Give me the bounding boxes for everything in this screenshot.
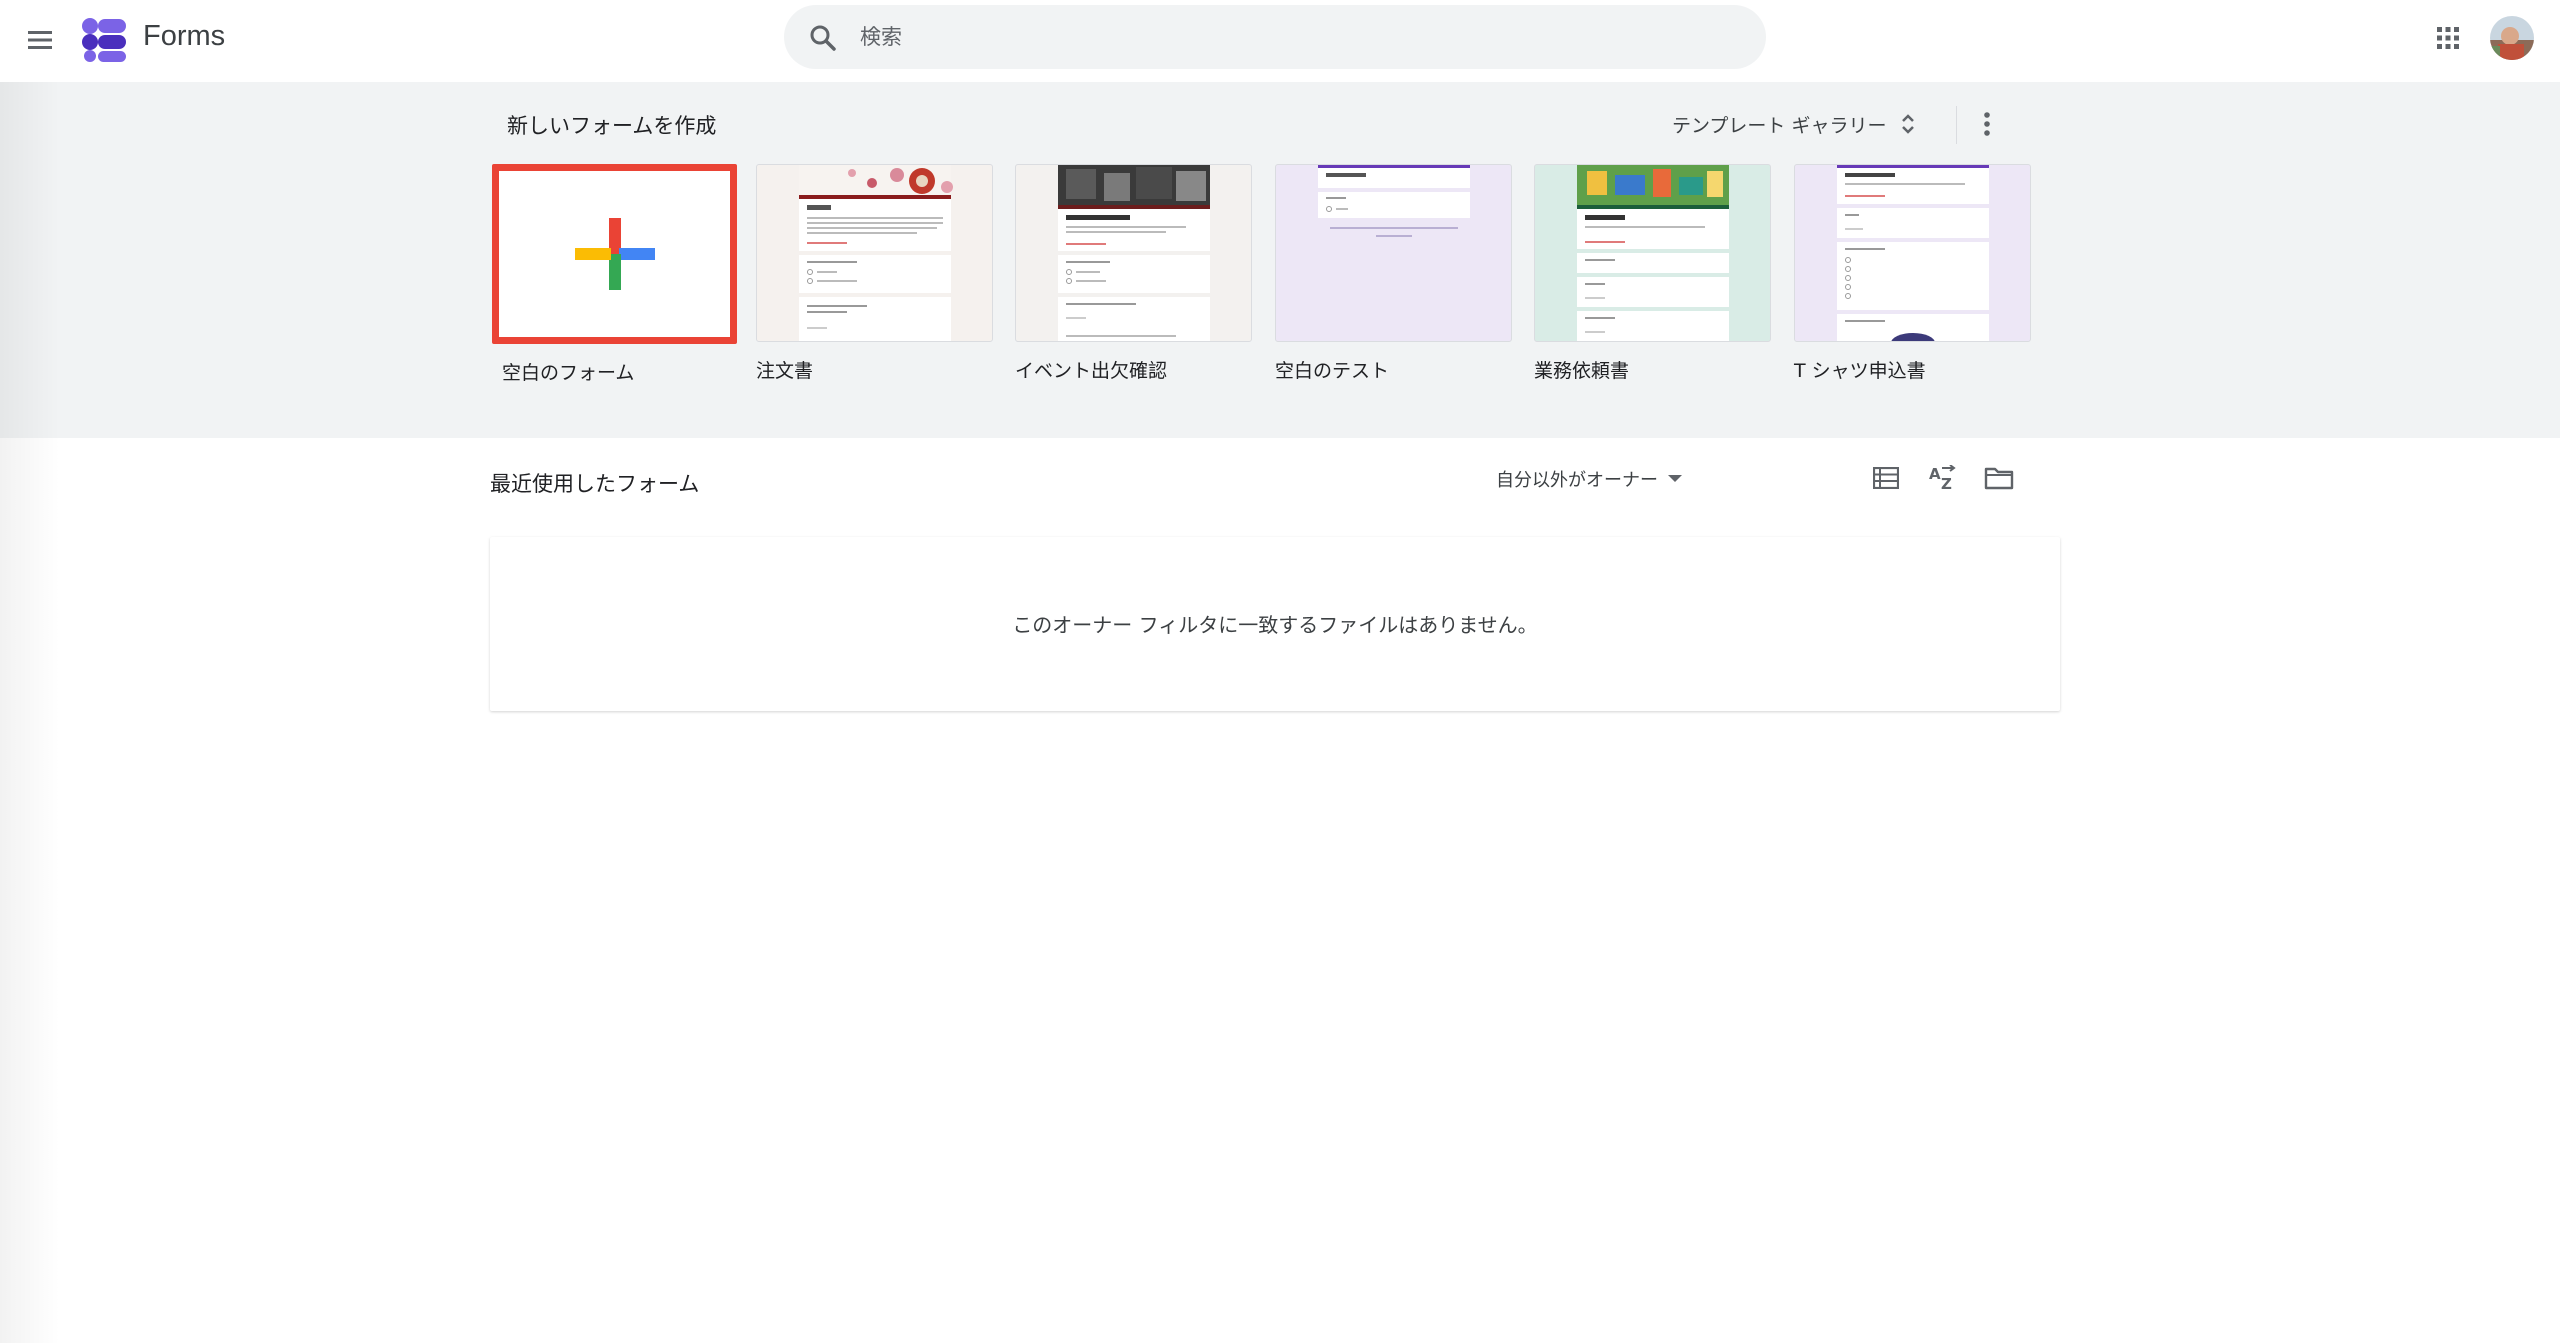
svg-text:A: A <box>1929 465 1941 483</box>
template-thumbnail[interactable] <box>492 164 737 344</box>
template-gallery-label: テンプレート ギャラリー <box>1672 114 1887 137</box>
template-thumbnail[interactable] <box>1015 164 1252 342</box>
search-icon[interactable] <box>808 23 838 53</box>
template-preview-image <box>799 165 953 341</box>
more-options-button[interactable] <box>1972 104 2002 144</box>
template-label: 注文書 <box>756 360 814 382</box>
owner-filter-dropdown[interactable]: 自分以外がオーナー <box>1496 463 1682 495</box>
google-apps-button[interactable] <box>2428 18 2468 58</box>
account-avatar[interactable] <box>2490 16 2534 60</box>
template-label: T シャツ申込書 <box>1794 360 1926 382</box>
template-tshirt-signup[interactable]: T シャツ申込書 <box>1794 164 2031 383</box>
sort-az-button[interactable]: A Z <box>1923 458 1963 498</box>
top-app-bar: Forms <box>0 0 2560 80</box>
app-title[interactable]: Forms <box>143 20 225 53</box>
template-thumbnail[interactable] <box>1275 164 1512 342</box>
svg-text:Z: Z <box>1941 475 1952 491</box>
template-label: 業務依頼書 <box>1534 360 1630 382</box>
template-preview-image <box>1577 165 1729 341</box>
folder-icon <box>1984 467 2014 490</box>
template-blank-quiz[interactable]: 空白のテスト <box>1275 164 1512 383</box>
main-menu-button[interactable] <box>18 18 62 62</box>
template-label: 空白のテスト <box>1275 360 1390 382</box>
more-vert-icon <box>1984 112 1990 136</box>
template-preview-image <box>1837 165 1989 341</box>
template-preview-image <box>1058 165 1210 341</box>
search-input[interactable] <box>860 5 1740 69</box>
avatar-image <box>2490 16 2534 60</box>
template-thumbnail[interactable] <box>756 164 993 342</box>
list-view-icon <box>1873 467 1899 489</box>
template-gallery-section: 新しいフォームを作成 テンプレート ギャラリー 空白のフォーム 注文書 イベント… <box>0 82 2560 438</box>
sort-az-icon: A Z <box>1929 465 1956 491</box>
recent-forms-title: 最近使用したフォーム <box>490 472 700 496</box>
template-thumbnail[interactable] <box>1794 164 2031 342</box>
template-order-form[interactable]: 注文書 <box>756 164 993 383</box>
template-label: 空白のフォーム <box>502 362 635 384</box>
apps-grid-icon <box>2437 27 2459 49</box>
hamburger-menu-icon <box>28 31 52 49</box>
owner-filter-label: 自分以外がオーナー <box>1496 470 1658 491</box>
create-new-form-title: 新しいフォームを作成 <box>507 114 717 138</box>
template-label: イベント出欠確認 <box>1015 360 1168 382</box>
template-thumbnail[interactable] <box>1534 164 1771 342</box>
unfold-more-icon <box>1902 114 1915 134</box>
template-event-rsvp[interactable]: イベント出欠確認 <box>1015 164 1252 383</box>
forms-logo-icon <box>82 18 126 62</box>
search-bar[interactable] <box>784 5 1766 69</box>
plus-icon <box>574 218 655 290</box>
dropdown-arrow-icon <box>1668 475 1682 482</box>
recent-forms-empty-state: このオーナー フィルタに一致するファイルはありません。 <box>490 537 2060 711</box>
forms-logo[interactable] <box>80 16 130 62</box>
open-file-picker-button[interactable] <box>1979 458 2019 498</box>
template-work-request[interactable]: 業務依頼書 <box>1534 164 1771 383</box>
empty-state-message: このオーナー フィルタに一致するファイルはありません。 <box>1012 613 1538 637</box>
template-gallery-toggle[interactable]: テンプレート ギャラリー <box>1672 104 1916 144</box>
template-preview-image <box>1318 165 1470 237</box>
list-view-button[interactable] <box>1866 458 1906 498</box>
template-blank-form[interactable]: 空白のフォーム <box>492 164 737 385</box>
gallery-divider <box>1956 106 1957 144</box>
